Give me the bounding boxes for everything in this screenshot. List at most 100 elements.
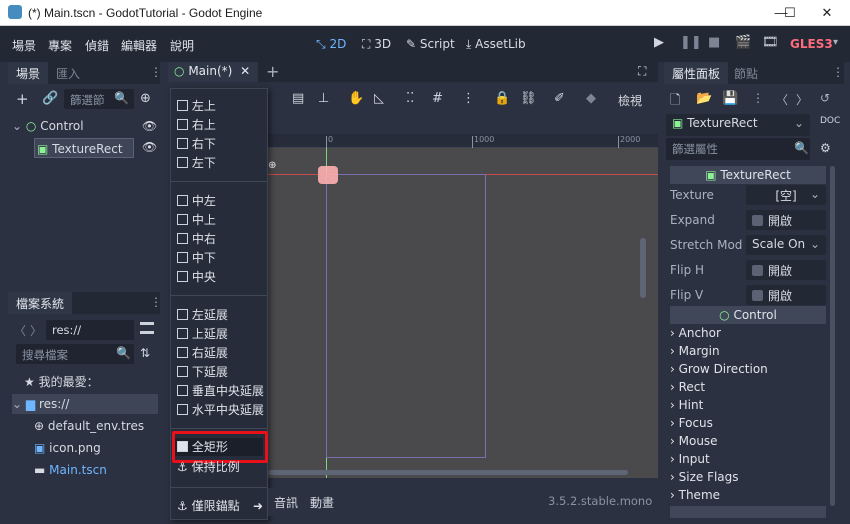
tab-filesystem[interactable]: 檔案系統 bbox=[8, 292, 73, 314]
chevron-down-icon[interactable]: ⌄ bbox=[12, 119, 22, 133]
workspace-2d-button[interactable]: ⤡ 2D bbox=[316, 37, 346, 52]
preset-right-wide[interactable]: 右延展 bbox=[177, 344, 228, 362]
more-icon[interactable]: ⋮ bbox=[462, 91, 475, 106]
tab-scene[interactable]: 場景 bbox=[8, 62, 49, 84]
favorites-row[interactable]: ★ 我的最愛： bbox=[24, 372, 99, 392]
texturerect-node[interactable] bbox=[318, 166, 338, 184]
preset-bottom-right[interactable]: 右下 bbox=[177, 135, 216, 153]
camera-override-icon[interactable]: ◆ bbox=[586, 91, 596, 106]
section-size-flags[interactable]: › Size Flags bbox=[670, 468, 739, 486]
horizontal-scrollbar[interactable] bbox=[268, 470, 628, 475]
link-icon[interactable]: 🔗 bbox=[42, 91, 58, 106]
workspace-assetlib-button[interactable]: ⤓ AssetLib bbox=[466, 37, 526, 52]
nav-back-icon[interactable]: 〈 bbox=[14, 322, 26, 339]
chevron-down-icon[interactable]: ⌄ bbox=[12, 397, 22, 411]
doc-icon[interactable]: DOC bbox=[820, 116, 840, 126]
section-focus[interactable]: › Focus bbox=[670, 414, 713, 432]
visibility-eye-icon[interactable]: 👁 bbox=[142, 140, 157, 154]
close-button[interactable]: ✕ bbox=[812, 0, 842, 26]
nav-forward-icon[interactable]: 〉 bbox=[30, 322, 42, 339]
open-folder-icon[interactable]: 📂 bbox=[696, 91, 712, 106]
ruler-tool-icon[interactable]: ⊥ bbox=[318, 91, 329, 106]
close-tab-icon[interactable]: ✕ bbox=[240, 64, 250, 78]
preset-left-wide[interactable]: 左延展 bbox=[177, 306, 228, 324]
maximize-button[interactable]: ☐ bbox=[780, 0, 800, 26]
grid-snap-icon[interactable]: # bbox=[432, 91, 443, 106]
dock-menu-icon[interactable]: ⋮ bbox=[150, 65, 162, 79]
prop-texture-value[interactable]: [空] ⌄ bbox=[746, 185, 826, 205]
file-icon-png[interactable]: ▣ icon.png bbox=[34, 438, 101, 458]
section-margin[interactable]: › Margin bbox=[670, 342, 720, 360]
menu-editor[interactable]: 編輯器 bbox=[121, 37, 157, 54]
play-scene-icon[interactable]: 🎬 bbox=[735, 35, 751, 50]
bone-icon[interactable]: ✐ bbox=[554, 91, 565, 106]
history-forward-icon[interactable]: 〉 bbox=[796, 91, 808, 108]
bottom-tab-animation[interactable]: 動畫 bbox=[310, 494, 334, 511]
menu-scene[interactable]: 場景 bbox=[12, 37, 36, 54]
lock-icon[interactable]: 🔒 bbox=[494, 91, 510, 106]
history-back-icon[interactable]: 〈 bbox=[776, 91, 788, 108]
section-theme[interactable]: › Theme bbox=[670, 486, 720, 504]
history-icon[interactable]: ↺ bbox=[820, 91, 830, 105]
bottom-tab-audio[interactable]: 音訊 bbox=[274, 494, 298, 511]
section-grow-direction[interactable]: › Grow Direction bbox=[670, 360, 768, 378]
menu-help[interactable]: 說明 bbox=[170, 37, 194, 54]
dock-menu-icon[interactable]: ⋮ bbox=[832, 65, 844, 79]
file-main-tscn[interactable]: ▬ Main.tscn bbox=[34, 460, 107, 480]
preset-center-right[interactable]: 中右 bbox=[177, 230, 216, 248]
renderer-select[interactable]: GLES3 bbox=[790, 37, 833, 51]
add-node-icon[interactable]: + bbox=[16, 90, 29, 108]
inspector-scrollbar[interactable] bbox=[830, 166, 835, 506]
path-field[interactable]: res:// bbox=[46, 320, 134, 340]
canvas-viewport[interactable]: ⊕ bbox=[268, 148, 658, 478]
preset-center[interactable]: 中央 bbox=[177, 268, 216, 286]
preset-top-wide[interactable]: 上延展 bbox=[177, 325, 228, 343]
tab-inspector[interactable]: 屬性面板 bbox=[664, 62, 729, 84]
tree-node-control[interactable]: ⌄ ○ Control 👁 bbox=[12, 116, 158, 136]
zoom-reset-icon[interactable]: ⊕ bbox=[268, 160, 276, 171]
preset-center-bottom[interactable]: 中下 bbox=[177, 249, 216, 267]
play-icon[interactable]: ▶ bbox=[654, 35, 664, 50]
prop-stretch-select[interactable]: Scale On ⌄ bbox=[746, 235, 826, 255]
workspace-3d-button[interactable]: ⛶ 3D bbox=[362, 37, 391, 52]
new-resource-icon[interactable]: 🗋 bbox=[670, 91, 680, 113]
preset-top-left[interactable]: 左上 bbox=[177, 97, 216, 115]
anchors-only-item[interactable]: ⚓ 僅限錨點 ➜ bbox=[177, 497, 263, 515]
preset-vcenter-wide[interactable]: 垂直中央延展 bbox=[177, 382, 264, 400]
preset-center-left[interactable]: 中左 bbox=[177, 192, 216, 210]
align-icon[interactable]: ▤ bbox=[292, 91, 304, 106]
preset-top-right[interactable]: 右上 bbox=[177, 116, 216, 134]
play-custom-scene-icon[interactable]: 🎞 bbox=[762, 35, 779, 50]
sort-icon[interactable]: ⇅ bbox=[140, 346, 150, 360]
section-hint[interactable]: › Hint bbox=[670, 396, 703, 414]
dock-menu-icon[interactable]: ⋮ bbox=[150, 295, 162, 309]
measure-icon[interactable]: ◺ bbox=[374, 91, 384, 106]
group-icon[interactable]: ⛓ bbox=[520, 91, 537, 106]
more-icon[interactable]: ⋮ bbox=[752, 91, 764, 105]
view-menu-button[interactable]: 檢視 bbox=[618, 92, 642, 109]
menu-debug[interactable]: 偵錯 bbox=[85, 37, 109, 54]
property-filter-input[interactable]: 篩選屬性 bbox=[666, 138, 810, 160]
section-input[interactable]: › Input bbox=[670, 450, 710, 468]
tab-node[interactable]: 節點 bbox=[726, 62, 766, 84]
prop-expand-checkbox[interactable]: 開啟 bbox=[746, 210, 826, 230]
file-default-env[interactable]: ⊕ default_env.tres bbox=[34, 416, 144, 436]
instance-scene-icon[interactable]: ⊕ bbox=[140, 91, 151, 106]
preset-bottom-left[interactable]: 左下 bbox=[177, 154, 216, 172]
workspace-script-button[interactable]: ✎ Script bbox=[406, 37, 455, 51]
section-mouse[interactable]: › Mouse bbox=[670, 432, 718, 450]
tab-import[interactable]: 匯入 bbox=[48, 62, 88, 84]
snap-icon[interactable]: ⁚⁚ bbox=[406, 91, 414, 106]
preset-full-rect[interactable]: 全矩形 bbox=[175, 438, 263, 456]
tools-icon[interactable]: ⚙ bbox=[820, 141, 831, 155]
preset-bottom-wide[interactable]: 下延展 bbox=[177, 363, 228, 381]
res-root-row[interactable]: ⌄ ▆ res:// bbox=[12, 394, 158, 414]
save-icon[interactable]: 💾 bbox=[722, 91, 738, 106]
keep-ratio-item[interactable]: ⚓ 保持比例 bbox=[177, 461, 240, 473]
prop-flipv-checkbox[interactable]: 開啟 bbox=[746, 285, 826, 305]
pause-icon[interactable]: ❚❚ bbox=[680, 35, 702, 50]
section-rect[interactable]: › Rect bbox=[670, 378, 705, 396]
pan-hand-icon[interactable]: ✋ bbox=[348, 91, 364, 106]
fullscreen-icon[interactable]: ⛶ bbox=[638, 64, 646, 79]
visibility-eye-icon[interactable]: 👁 bbox=[142, 116, 157, 136]
